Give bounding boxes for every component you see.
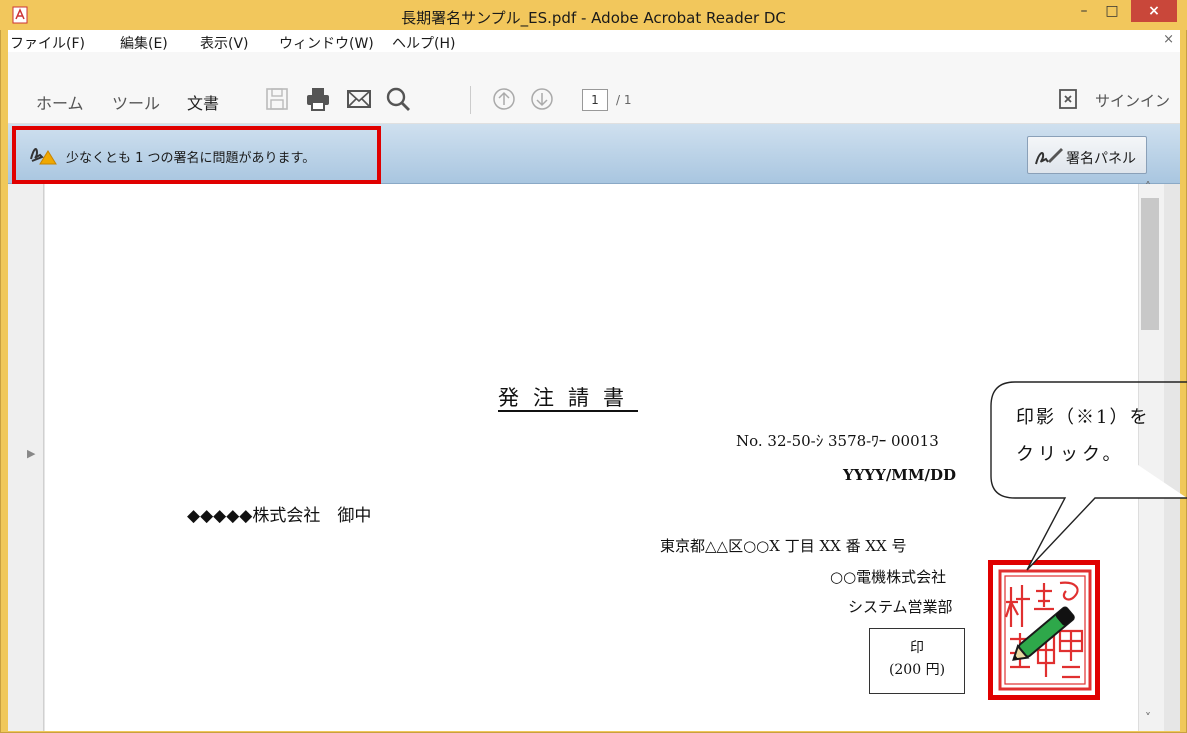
mail-icon[interactable]	[346, 86, 372, 112]
tools-tab[interactable]: ツール	[112, 90, 160, 114]
menu-window[interactable]: ウィンドウ(W)	[279, 33, 374, 53]
menu-edit[interactable]: 編集(E)	[120, 33, 168, 53]
maximize-button[interactable]: □	[1098, 0, 1126, 22]
callout-text-line1: 印影（※1）を	[1016, 407, 1150, 428]
revenue-stamp-box: 印 (200 円)	[869, 628, 965, 694]
warning-highlight-box	[12, 126, 381, 184]
document-title: 発注請書	[498, 386, 638, 410]
sign-in-icon[interactable]	[1058, 88, 1078, 110]
page-up-icon[interactable]	[492, 87, 516, 111]
company-seal-signature-icon[interactable]	[996, 567, 1094, 693]
sender-department: システム営業部	[848, 598, 953, 616]
menu-file[interactable]: ファイル(F)	[10, 33, 85, 53]
order-number: No. 32-50-ｼ 3578-ﾜｰ 00013	[736, 432, 939, 450]
expand-pane-icon[interactable]: ▶	[27, 447, 35, 460]
page-total-label: / 1	[616, 93, 632, 107]
close-button[interactable]: ×	[1131, 0, 1177, 22]
print-icon[interactable]	[305, 86, 331, 112]
page-number-input[interactable]: 1	[582, 89, 608, 111]
stamp-label: 印	[910, 640, 924, 656]
menu-bar: ファイル(F) 編集(E) 表示(V) ウィンドウ(W) ヘルプ(H) ×	[8, 30, 1180, 52]
sign-in-link[interactable]: サインイン	[1095, 90, 1170, 111]
document-tab[interactable]: 文書	[187, 90, 219, 114]
scrollbar-thumb[interactable]	[1141, 198, 1159, 330]
sender-company: ○○電機株式会社	[830, 568, 947, 586]
page-down-icon[interactable]	[530, 87, 554, 111]
callout-text-line2: クリック。	[1016, 444, 1125, 465]
minimize-button[interactable]: –	[1070, 0, 1098, 22]
document-date: YYYY/MM/DD	[843, 466, 957, 484]
window-title: 長期署名サンプル_ES.pdf - Adobe Acrobat Reader D…	[401, 9, 786, 27]
signature-pen-icon	[1035, 148, 1063, 165]
toolbar-divider	[470, 86, 471, 114]
close-document-icon[interactable]: ×	[1163, 32, 1174, 47]
home-tab[interactable]: ホーム	[36, 90, 84, 114]
menu-view[interactable]: 表示(V)	[200, 33, 249, 53]
signature-panel-label: 署名パネル	[1066, 151, 1136, 167]
signature-panel-button[interactable]: 署名パネル	[1027, 136, 1147, 174]
toolbar: ホーム ツール 文書	[8, 52, 1180, 124]
sender-address: 東京都△△区○○X 丁目 XX 番 XX 号	[660, 537, 907, 555]
title-bar: 長期署名サンプル_ES.pdf - Adobe Acrobat Reader D…	[0, 0, 1187, 30]
pdf-page	[45, 184, 1138, 731]
menu-help[interactable]: ヘルプ(H)	[392, 33, 455, 53]
save-icon[interactable]	[264, 86, 290, 112]
navigation-pane-rail[interactable]	[8, 184, 44, 731]
stamp-fee: (200 円)	[888, 662, 946, 678]
recipient: ◆◆◆◆◆株式会社 御中	[187, 506, 372, 526]
search-icon[interactable]	[385, 86, 411, 112]
scroll-up-icon[interactable]: ˄	[1145, 180, 1151, 194]
scroll-down-icon[interactable]: ˅	[1145, 711, 1151, 725]
